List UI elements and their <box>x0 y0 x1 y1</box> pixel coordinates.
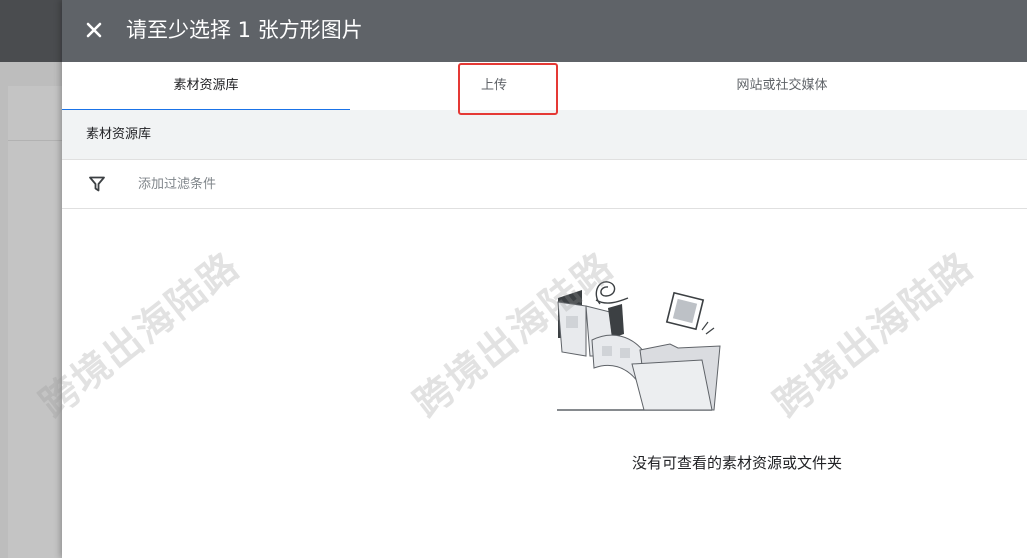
filter-input[interactable] <box>138 172 438 196</box>
breadcrumb: 素材资源库 <box>86 127 152 142</box>
background-app-topbar <box>0 0 62 62</box>
breadcrumb-bar: 素材资源库 <box>62 110 1027 160</box>
dialog-header: 请至少选择 1 张方形图片 <box>62 0 1027 62</box>
empty-folder-illustration <box>552 272 732 414</box>
image-picker-dialog: 请至少选择 1 张方形图片 素材资源库 上传 网站或社交媒体 素材资源库 添加过… <box>62 0 1027 558</box>
tab-upload[interactable]: 上传 <box>350 62 638 110</box>
background-app-divider <box>8 140 62 141</box>
close-icon[interactable] <box>82 18 106 42</box>
background-app-panel <box>8 86 62 558</box>
filter-icon[interactable] <box>89 176 105 192</box>
filter-bar <box>62 160 1027 209</box>
tab-asset-library[interactable]: 素材资源库 <box>62 62 350 110</box>
empty-state-message: 没有可查看的素材资源或文件夹 <box>631 454 842 472</box>
tab-bar: 素材资源库 上传 网站或社交媒体 <box>62 62 1027 111</box>
tab-website-social[interactable]: 网站或社交媒体 <box>638 62 926 110</box>
dialog-title: 请至少选择 1 张方形图片 <box>126 18 363 42</box>
